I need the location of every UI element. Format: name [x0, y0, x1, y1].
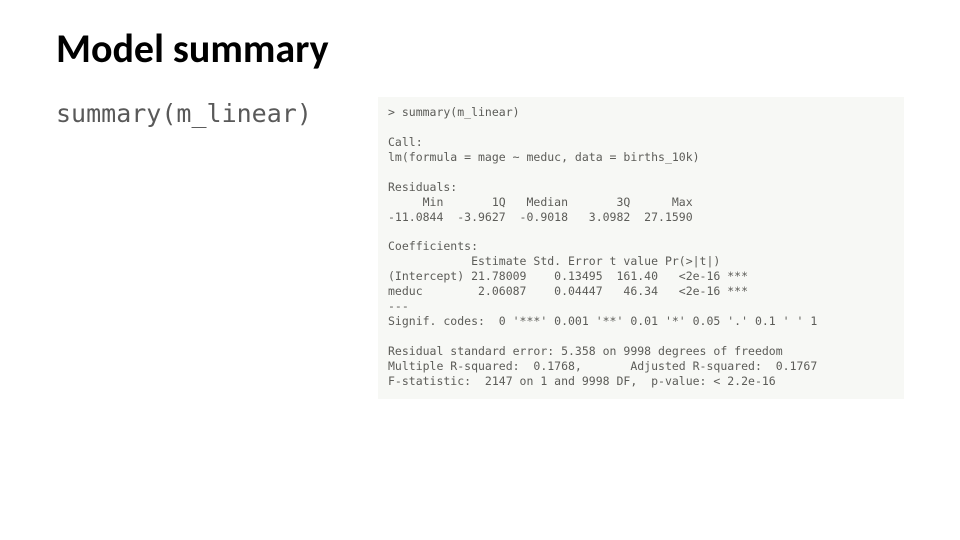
left-column: summary(m_linear) [56, 97, 356, 128]
r-console-output: > summary(m_linear) Call: lm(formula = m… [378, 97, 904, 399]
slide-title: Model summary [56, 24, 904, 73]
right-column: > summary(m_linear) Call: lm(formula = m… [378, 97, 904, 399]
summary-command: summary(m_linear) [56, 99, 356, 128]
slide-body: summary(m_linear) > summary(m_linear) Ca… [56, 97, 904, 399]
slide: Model summary summary(m_linear) > summar… [0, 0, 960, 540]
